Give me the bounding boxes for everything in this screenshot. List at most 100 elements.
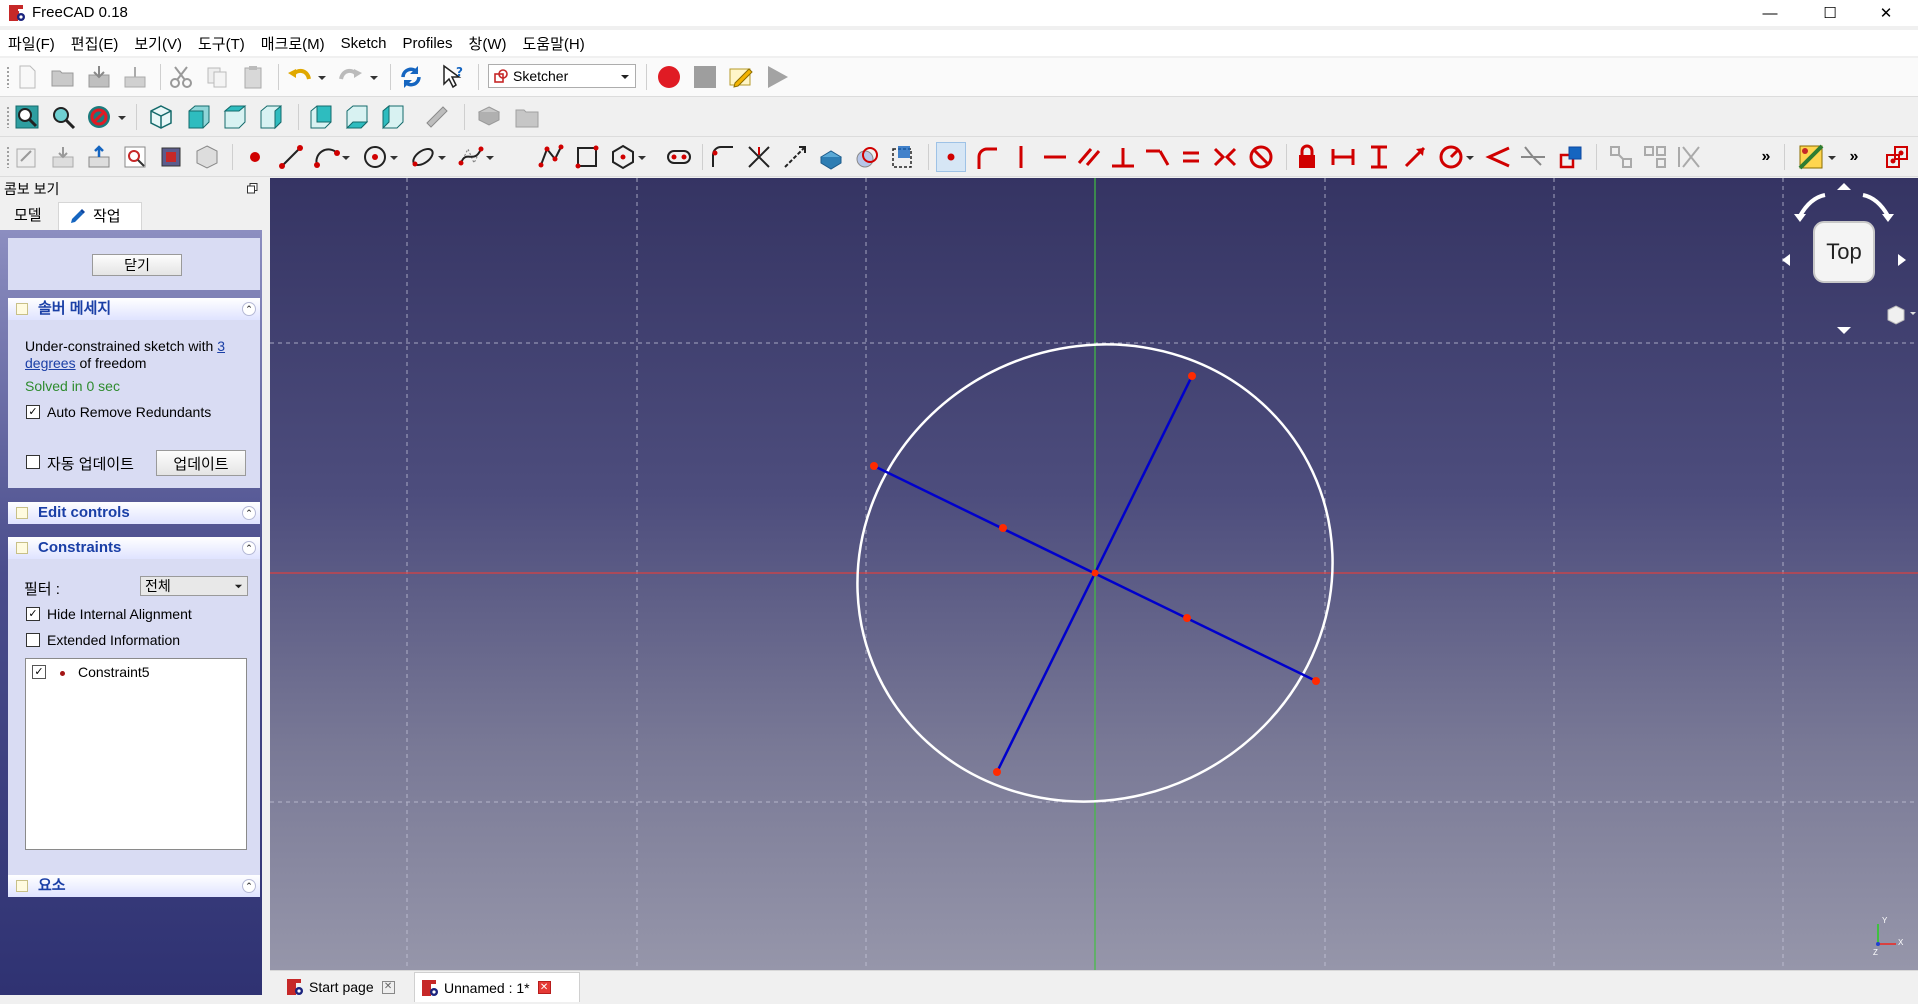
polygon-dropdown[interactable] bbox=[636, 142, 648, 172]
menu-view[interactable]: 보기(V) bbox=[126, 33, 190, 54]
close-tab-icon[interactable]: ✕ bbox=[381, 980, 395, 994]
vertex-point[interactable] bbox=[1188, 372, 1196, 380]
vertex-point[interactable] bbox=[993, 768, 1001, 776]
menu-macro[interactable]: 매크로(M) bbox=[253, 33, 333, 54]
cut-button[interactable] bbox=[166, 62, 196, 92]
undo-dropdown[interactable] bbox=[316, 62, 328, 92]
constraints-header[interactable]: Constraints ⌃ bbox=[8, 537, 260, 559]
navigation-cube[interactable]: Top bbox=[1770, 178, 1918, 338]
list-item[interactable]: ✓ Constraint5 bbox=[26, 661, 246, 683]
menu-profiles[interactable]: Profiles bbox=[395, 35, 461, 52]
hide-internal-alignment-checkbox[interactable]: ✓ bbox=[26, 607, 40, 621]
workbench-selector[interactable]: Sketcher bbox=[488, 64, 636, 88]
constrain-block-button[interactable] bbox=[1246, 142, 1276, 172]
toolbar-grip[interactable] bbox=[6, 66, 10, 88]
macro-record-button[interactable] bbox=[654, 62, 684, 92]
constrain-vertical-button[interactable] bbox=[1006, 142, 1036, 172]
create-group-button[interactable] bbox=[512, 102, 542, 132]
draw-style-button[interactable] bbox=[84, 102, 114, 132]
minimize-button[interactable]: — bbox=[1742, 0, 1798, 26]
collapse-icon[interactable]: ⌃ bbox=[242, 302, 256, 316]
save-button[interactable] bbox=[84, 62, 114, 92]
constrain-tangent-button[interactable] bbox=[1142, 142, 1172, 172]
auto-remove-redundants-checkbox[interactable]: ✓ bbox=[26, 405, 40, 419]
sketch-canvas[interactable] bbox=[270, 178, 1918, 970]
macro-run-button[interactable] bbox=[762, 62, 792, 92]
view-right-button[interactable] bbox=[256, 102, 286, 132]
redo-button[interactable] bbox=[336, 62, 366, 92]
sketcher-bspline-tools-button[interactable] bbox=[1882, 142, 1912, 172]
focus-point[interactable] bbox=[1183, 614, 1191, 622]
menu-sketch[interactable]: Sketch bbox=[333, 35, 395, 52]
view-top-button[interactable] bbox=[220, 102, 250, 132]
create-fillet-button[interactable] bbox=[708, 142, 738, 172]
save-as-button[interactable] bbox=[120, 62, 150, 92]
solver-messages-header[interactable]: 솔버 메세지 ⌃ bbox=[8, 298, 260, 320]
menu-edit[interactable]: 편집(E) bbox=[63, 33, 127, 54]
degrees-of-freedom-link[interactable]: 3 bbox=[217, 338, 225, 354]
fit-selection-button[interactable] bbox=[48, 102, 78, 132]
constrain-lock-button[interactable] bbox=[1292, 142, 1322, 172]
arc-dropdown[interactable] bbox=[340, 142, 352, 172]
create-point-button[interactable] bbox=[240, 142, 270, 172]
menu-window[interactable]: 창(W) bbox=[461, 33, 515, 54]
maximize-button[interactable]: ☐ bbox=[1802, 0, 1858, 26]
view-isometric-button[interactable] bbox=[146, 102, 176, 132]
create-rectangle-button[interactable] bbox=[572, 142, 602, 172]
constrain-symmetric-button[interactable] bbox=[1210, 142, 1240, 172]
menu-file[interactable]: 파일(F) bbox=[0, 33, 63, 54]
menu-tools[interactable]: 도구(T) bbox=[190, 33, 253, 54]
constraint-filter-select[interactable]: 전체 bbox=[140, 576, 248, 596]
select-origin-button[interactable] bbox=[1640, 142, 1670, 172]
vertex-point[interactable] bbox=[1312, 677, 1320, 685]
create-conic-button[interactable] bbox=[408, 142, 438, 172]
collapse-icon[interactable]: ⌃ bbox=[242, 541, 256, 555]
select-constraints-button[interactable] bbox=[1606, 142, 1636, 172]
view-left-button[interactable] bbox=[378, 102, 408, 132]
paste-button[interactable] bbox=[238, 62, 268, 92]
constrain-snells-law-button[interactable] bbox=[1518, 142, 1548, 172]
macro-stop-button[interactable] bbox=[690, 62, 720, 92]
construction-mode-button[interactable] bbox=[888, 142, 918, 172]
leave-sketch-button[interactable] bbox=[84, 142, 114, 172]
constrain-parallel-button[interactable] bbox=[1074, 142, 1104, 172]
measure-distance-button[interactable] bbox=[422, 102, 452, 132]
tab-model[interactable]: 모델 bbox=[4, 202, 52, 230]
view-section-button[interactable] bbox=[156, 142, 186, 172]
toolbar-overflow[interactable]: » bbox=[1758, 142, 1774, 172]
tab-task[interactable]: 작업 bbox=[58, 202, 142, 230]
create-polyline-button[interactable] bbox=[536, 142, 566, 172]
create-arc-button[interactable] bbox=[312, 142, 342, 172]
tab-unnamed-document[interactable]: Unnamed : 1* ✕ bbox=[414, 972, 580, 1002]
view-bottom-button[interactable] bbox=[342, 102, 372, 132]
redo-dropdown[interactable] bbox=[368, 62, 380, 92]
constrain-distance-button[interactable] bbox=[1400, 142, 1430, 172]
trim-button[interactable] bbox=[744, 142, 774, 172]
toggle-driving-constraint-button[interactable] bbox=[1556, 142, 1586, 172]
conic-dropdown[interactable] bbox=[436, 142, 448, 172]
select-elements-button[interactable] bbox=[1674, 142, 1704, 172]
edit-controls-header[interactable]: Edit controls ⌃ bbox=[8, 502, 260, 524]
create-part-button[interactable] bbox=[474, 102, 504, 132]
constrain-vertical-distance-button[interactable] bbox=[1364, 142, 1394, 172]
collapse-icon[interactable]: ⌃ bbox=[242, 506, 256, 520]
elements-header[interactable]: 요소 ⌃ bbox=[8, 875, 260, 897]
external-geometry-button[interactable] bbox=[816, 142, 846, 172]
refresh-button[interactable] bbox=[396, 62, 426, 92]
menu-help[interactable]: 도움말(H) bbox=[514, 33, 592, 54]
view-front-button[interactable] bbox=[184, 102, 214, 132]
constrain-point-on-object-button[interactable] bbox=[972, 142, 1002, 172]
constrain-angle-button[interactable] bbox=[1484, 142, 1514, 172]
constrain-horizontal-distance-button[interactable] bbox=[1328, 142, 1358, 172]
center-point[interactable] bbox=[1091, 569, 1099, 577]
constrain-horizontal-button[interactable] bbox=[1040, 142, 1070, 172]
validation-dropdown[interactable] bbox=[1826, 142, 1838, 172]
carbon-copy-button[interactable] bbox=[852, 142, 882, 172]
close-tab-icon[interactable]: ✕ bbox=[537, 981, 551, 994]
undock-icon[interactable] bbox=[247, 183, 258, 194]
extended-information-checkbox[interactable] bbox=[26, 633, 40, 647]
toolbar-grip[interactable] bbox=[6, 146, 10, 168]
3d-viewport[interactable]: Top Y X Z bbox=[270, 178, 1918, 970]
view-rear-button[interactable] bbox=[306, 102, 336, 132]
constraint-visible-checkbox[interactable]: ✓ bbox=[32, 665, 46, 679]
